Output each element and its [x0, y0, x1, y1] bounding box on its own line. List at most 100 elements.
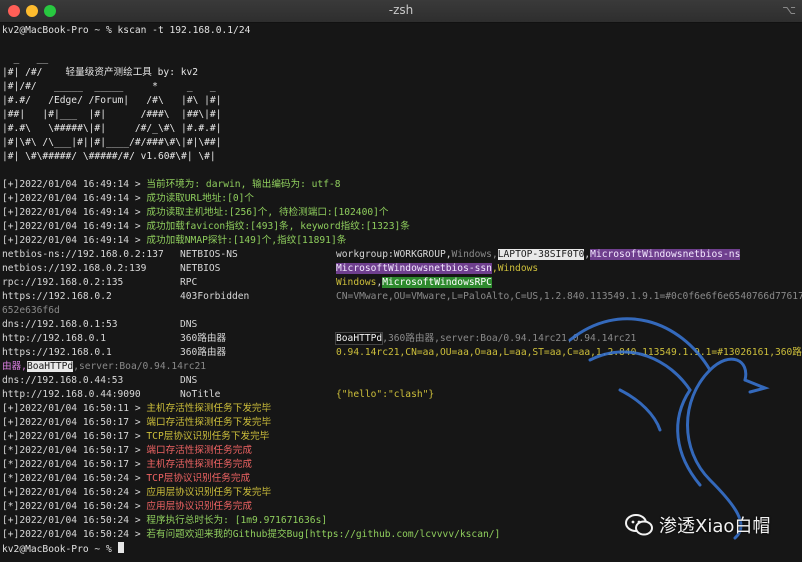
log-line: [*]2022/01/04 16:50:24 > 应用层协议识别任务完成: [2, 500, 252, 514]
log-prefix: [+]2022/01/04 16:49:14 >: [2, 221, 147, 232]
result-service: NETBIOS: [180, 263, 221, 274]
result-url: netbios-ns://192.168.0.2:137: [2, 249, 164, 260]
log-message: 当前环境为: darwin, 输出编码为: utf-8: [146, 179, 341, 190]
title-bar: -zsh ⌥: [0, 0, 802, 23]
detail-text: 由器,: [2, 361, 27, 372]
log-message: TCP层协议识别任务下发完毕: [146, 431, 270, 442]
prompt-text: kv2@MacBook-Pro ~ %: [2, 544, 118, 555]
product-highlight: BoaHTTPd: [334, 332, 384, 345]
result-service: 403Forbidden: [180, 291, 250, 302]
result-url: https://192.168.0.2: [2, 291, 112, 302]
detail-text: ,server:Boa/0.94.14rc21: [73, 361, 207, 372]
log-message: 程序执行总时长为: [1m9.971671636s]: [146, 515, 328, 526]
watermark: 渗透Xiao白帽: [625, 512, 770, 538]
log-prefix: [+]2022/01/04 16:49:14 >: [2, 235, 147, 246]
result-url: dns://192.168.0.1:53: [2, 319, 118, 330]
result-service: 360路由器: [180, 333, 227, 344]
detail-text: ,360路由器,server:Boa/0.94.14rc21,0.94.14rc…: [382, 333, 637, 344]
log-message: 端口存活性探测任务下发完毕: [146, 417, 272, 428]
result-service: NETBIOS-NS: [180, 249, 238, 260]
result-service: DNS: [180, 375, 198, 386]
log-prefix: [+]2022/01/04 16:50:24 >: [2, 487, 147, 498]
log-line: [+]2022/01/04 16:50:24 > 程序执行总时长为: [1m9.…: [2, 514, 327, 528]
log-prefix: [+]2022/01/04 16:49:14 >: [2, 179, 147, 190]
product-highlight: BoaHTTPd: [26, 361, 74, 372]
result-detail: MicrosoftWindowsnetbios-ssn,Windows: [336, 262, 538, 276]
log-line: [+]2022/01/04 16:49:14 > 成功读取主机地址:[256]个…: [2, 206, 389, 220]
result-service: NoTitle: [180, 389, 221, 400]
log-line: [+]2022/01/04 16:49:14 > 成功加载NMAP探针:[149…: [2, 234, 346, 248]
log-message: 端口存活性探测任务完成: [146, 445, 252, 456]
log-prefix: [+]2022/01/04 16:50:17 >: [2, 417, 147, 428]
log-prefix: [*]2022/01/04 16:50:24 >: [2, 501, 147, 512]
banner-line: |##| |#|___ |#| /###\ |##\|#|: [2, 109, 222, 120]
result-detail: Windows,MicrosoftWindowsRPC: [336, 276, 492, 290]
command-prompt-line: kv2@MacBook-Pro ~ % kscan -t 192.168.0.1…: [2, 25, 251, 36]
detail-text: workgroup:WORKGROUP,: [336, 249, 452, 260]
log-prefix: [*]2022/01/04 16:50:24 >: [2, 473, 147, 484]
result-service: 360路由器: [180, 347, 227, 358]
log-prefix: [+]2022/01/04 16:50:24 >: [2, 515, 147, 526]
log-line: [*]2022/01/04 16:50:17 > 端口存活性探测任务完成: [2, 444, 252, 458]
banner-line: |#.#/ /Edge/ /Forum| /#\ |#\ |#|: [2, 95, 222, 106]
detail-text: Windows,: [451, 249, 498, 260]
log-message: 成功读取URL地址:[0]个: [146, 193, 254, 204]
log-line: [+]2022/01/04 16:49:14 > 成功加载favicon指纹:[…: [2, 220, 410, 234]
result-url: http://192.168.0.44:9090: [2, 389, 141, 400]
terminal-window: -zsh ⌥ kv2@MacBook-Pro ~ % kscan -t 192.…: [0, 0, 802, 562]
log-message: 主机存活性探测任务下发完毕: [146, 403, 272, 414]
hostname-highlight: LAPTOP-38SIF0T0: [497, 249, 585, 260]
result-service: RPC: [180, 277, 198, 288]
result-detail: {"hello":"clash"}: [336, 389, 435, 400]
result-detail: 0.94.14rc21,CN=aa,OU=aa,O=aa,L=aa,ST=aa,…: [336, 347, 802, 358]
banner-line: |#| /#/ 轻量级资产测绘工具 by: kv2: [2, 67, 199, 78]
detail-text: Windows: [336, 277, 377, 288]
log-prefix: [+]2022/01/04 16:50:17 >: [2, 431, 147, 442]
banner-line: |#| \#\#####/ \#####/#/ v1.60#\#| \#|: [2, 151, 216, 162]
log-line: [+]2022/01/04 16:50:24 > 应用层协议识别任务下发完毕: [2, 486, 271, 500]
watermark-text: 渗透Xiao白帽: [659, 516, 771, 537]
log-line: [+]2022/01/04 16:50:24 > 若有问题欢迎来我的Github…: [2, 528, 500, 542]
result-detail-wrap: 652e636f6d: [2, 305, 60, 316]
terminal-output[interactable]: kv2@MacBook-Pro ~ % kscan -t 192.168.0.1…: [0, 22, 802, 562]
log-message: 应用层协议识别任务下发完毕: [146, 487, 272, 498]
result-url: http://192.168.0.1: [2, 333, 106, 344]
log-prefix: [*]2022/01/04 16:50:17 >: [2, 445, 147, 456]
log-message: 应用层协议识别任务完成: [146, 501, 252, 512]
log-line: [*]2022/01/04 16:50:17 > 主机存活性探测任务完成: [2, 458, 252, 472]
result-detail: CN=VMware,OU=VMware,L=PaloAlto,C=US,1.2.…: [336, 291, 802, 302]
log-line: [+]2022/01/04 16:49:14 > 成功读取URL地址:[0]个: [2, 192, 254, 206]
log-line: [+]2022/01/04 16:50:11 > 主机存活性探测任务下发完毕: [2, 402, 271, 416]
wechat-icon: [625, 514, 653, 536]
log-line: [+]2022/01/04 16:50:17 > 端口存活性探测任务下发完毕: [2, 416, 271, 430]
log-line: [*]2022/01/04 16:50:24 > TCP层协议识别任务完成: [2, 472, 250, 486]
product-highlight: MicrosoftWindowsRPC: [382, 277, 492, 288]
log-prefix: [+]2022/01/04 16:50:11 >: [2, 403, 147, 414]
product-highlight: MicrosoftWindowsnetbios-ns: [590, 249, 741, 260]
result-detail-wrap: 由器,BoaHTTPd,server:Boa/0.94.14rc21: [2, 360, 206, 374]
banner-line: _ __: [2, 53, 49, 64]
detail-text: ,Windows: [491, 263, 539, 274]
product-highlight: MicrosoftWindowsnetbios-ssn: [336, 263, 492, 274]
banner-line: |#|/#/ _____ _____ * _ _: [2, 81, 216, 92]
result-url: dns://192.168.0.44:53: [2, 375, 124, 386]
log-prefix: [+]2022/01/04 16:49:14 >: [2, 193, 147, 204]
result-detail: BoaHTTPd,360路由器,server:Boa/0.94.14rc21,0…: [334, 332, 637, 346]
result-url: netbios://192.168.0.2:139: [2, 263, 147, 274]
log-line: [+]2022/01/04 16:49:14 > 当前环境为: darwin, …: [2, 178, 341, 192]
log-message: 若有问题欢迎来我的Github提交Bug[https://github.com/…: [146, 529, 501, 540]
log-message: TCP层协议识别任务完成: [146, 473, 251, 484]
command-prompt-line[interactable]: kv2@MacBook-Pro ~ %: [2, 542, 124, 556]
banner-line: |#.#\ \#####\|#| /#/_\#\ |#.#.#|: [2, 123, 222, 134]
result-url: rpc://192.168.0.2:135: [2, 277, 124, 288]
window-title: -zsh: [388, 3, 414, 17]
log-prefix: [*]2022/01/04 16:50:17 >: [2, 459, 147, 470]
log-message: 成功加载favicon指纹:[493]条, keyword指纹:[1323]条: [146, 221, 410, 232]
log-line: [+]2022/01/04 16:50:17 > TCP层协议识别任务下发完毕: [2, 430, 269, 444]
log-prefix: [+]2022/01/04 16:49:14 >: [2, 207, 147, 218]
banner-line: |#|\#\ /\___|#||#|____/#/###\#\|#|\##|: [2, 137, 222, 148]
log-message: 主机存活性探测任务完成: [146, 459, 252, 470]
log-message: 成功读取主机地址:[256]个, 待检测端口:[102400]个: [146, 207, 389, 218]
text-cursor: [117, 542, 124, 553]
log-prefix: [+]2022/01/04 16:50:24 >: [2, 529, 147, 540]
